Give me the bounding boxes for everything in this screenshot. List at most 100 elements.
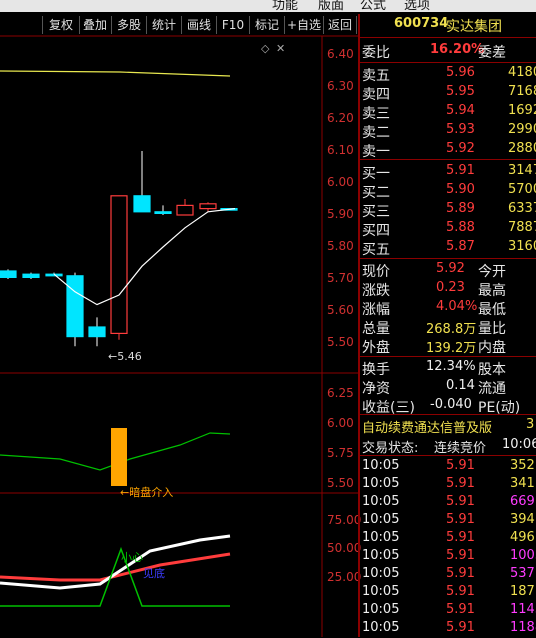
stat-row: 收益(三) -0.040 PE(动)	[360, 396, 536, 416]
price-axis-tick: 6.00	[327, 175, 354, 189]
tick-row: 10:05 5.91 1145	[360, 601, 536, 620]
candle-body	[154, 211, 172, 215]
tick-volume: 352	[510, 458, 535, 473]
tick-price: 5.91	[446, 458, 475, 473]
ask-volume: 4180	[508, 65, 536, 80]
quote-label-2: 最高	[478, 283, 506, 299]
ask-volume: 2990	[508, 122, 536, 137]
quote-panel: 600734 实达集团 委比 16.20% 委差 卖五 5.96 4180 卖四 5.9…	[358, 14, 536, 637]
bid-volume: 6337	[508, 201, 536, 216]
quote-row: 外盘 139.2万 内盘	[360, 336, 536, 356]
dark-pool-bar	[111, 428, 127, 486]
indicator-axis-2-tick: 25.00	[327, 570, 362, 584]
stock-name: 实达集团	[446, 19, 502, 35]
ma-long-line	[0, 70, 231, 77]
menu-item-formula[interactable]: 公式	[360, 0, 386, 12]
ask-row: 卖四 5.95 7168	[360, 83, 536, 103]
tick-volume: 496	[510, 530, 535, 545]
candle-body	[22, 273, 40, 279]
caution-label: 小心	[121, 551, 143, 564]
ask-volume: 1692	[508, 103, 536, 118]
tick-time: 10:05	[362, 620, 400, 635]
tick-row: 10:05 5.91 394	[360, 511, 536, 530]
menu-item-options[interactable]: 选项	[404, 0, 430, 12]
tick-volume: 1005	[510, 548, 536, 563]
tick-volume: 537	[510, 566, 535, 581]
candle-body	[110, 195, 128, 335]
candle-body	[66, 275, 84, 338]
weicha-label: 委差	[478, 45, 506, 61]
candle-body	[199, 203, 217, 210]
ask-price: 5.94	[446, 103, 475, 118]
stat-value: 12.34%	[426, 359, 476, 374]
bid-volume: 5700	[508, 182, 536, 197]
stat-label: 净资	[362, 381, 390, 397]
stat-value: -0.040	[430, 397, 472, 412]
tick-price: 5.91	[446, 512, 475, 527]
quote-label-2: 最低	[478, 302, 506, 318]
weibi-row: 委比 16.20% 委差	[360, 41, 536, 61]
candle-body	[176, 204, 194, 216]
price-axis-tick: 6.30	[327, 79, 354, 93]
bid-volume: 3160	[508, 239, 536, 254]
trade-status-row: 交易状态: 连续竞价 10:06	[360, 436, 536, 456]
ask-row: 卖五 5.96 4180	[360, 64, 536, 84]
bottom-signal-label: 见底	[143, 566, 165, 580]
bid-price: 5.87	[446, 239, 475, 254]
quote-value: 268.8万	[426, 322, 477, 337]
tick-time: 10:05	[362, 530, 400, 545]
ask-label: 卖五	[362, 68, 390, 84]
quote-row: 现价 5.92 今开	[360, 260, 536, 280]
indicator-axis-1-tick: 5.50	[327, 476, 354, 490]
tick-row: 10:05 5.91 496	[360, 529, 536, 548]
bid-volume: 7887	[508, 220, 536, 235]
quote-value: 0.23	[436, 280, 465, 295]
tick-price: 5.91	[446, 476, 475, 491]
ask-row: 卖一 5.92 2880	[360, 140, 536, 160]
tick-row: 10:05 5.91 1188	[360, 619, 536, 638]
bid-price: 5.91	[446, 163, 475, 178]
bid-price: 5.89	[446, 201, 475, 216]
quote-value: 5.92	[436, 261, 465, 276]
ask-label: 卖四	[362, 87, 390, 103]
ask-label: 卖一	[362, 144, 390, 160]
bid-label: 买四	[362, 223, 390, 239]
trade-status-value: 连续竞价	[434, 441, 487, 456]
quote-label-2: 量比	[478, 321, 506, 337]
ask-label: 卖三	[362, 106, 390, 122]
kline-chart[interactable]: ◇ ✕ ←5.46 ←暗盘介入小心见底	[0, 0, 358, 637]
bid-row: 买五 5.87 3160	[360, 238, 536, 258]
tick-row: 10:05 5.91 187	[360, 583, 536, 602]
tick-price: 5.91	[446, 602, 475, 617]
bid-label: 买三	[362, 204, 390, 220]
tick-time: 10:05	[362, 512, 400, 527]
trade-status-time: 10:06	[502, 437, 536, 452]
bid-price: 5.88	[446, 220, 475, 235]
bid-label: 买一	[362, 166, 390, 182]
tick-time: 10:05	[362, 494, 400, 509]
stat-value: 0.14	[446, 378, 475, 393]
tick-price: 5.91	[446, 548, 475, 563]
tick-price: 5.91	[446, 530, 475, 545]
quote-label: 涨幅	[362, 302, 390, 318]
tick-price: 5.91	[446, 566, 475, 581]
bid-label: 买五	[362, 242, 390, 258]
tick-volume: 341	[510, 476, 535, 491]
dark-pool-label: ←暗盘介入	[120, 485, 173, 499]
quote-label-2: 内盘	[478, 340, 506, 356]
bid-price: 5.90	[446, 182, 475, 197]
tick-price: 5.91	[446, 494, 475, 509]
sector-row[interactable]: 自动续费通达信普及版 3	[360, 416, 536, 436]
candle-body	[0, 270, 17, 279]
diamond-icon: ◇	[261, 42, 270, 55]
tick-volume: 187	[510, 584, 535, 599]
stat-label-2: 流通	[478, 381, 506, 397]
stock-header[interactable]: 600734 实达集团	[360, 14, 536, 36]
tick-row: 10:05 5.91 341	[360, 475, 536, 494]
quote-label: 总量	[362, 321, 390, 337]
tick-time: 10:05	[362, 548, 400, 563]
tick-row: 10:05 5.91 537	[360, 565, 536, 584]
quote-label-2: 今开	[478, 264, 506, 280]
tick-row: 10:05 5.91 669	[360, 493, 536, 512]
low-price-label: ←5.46	[108, 350, 142, 363]
